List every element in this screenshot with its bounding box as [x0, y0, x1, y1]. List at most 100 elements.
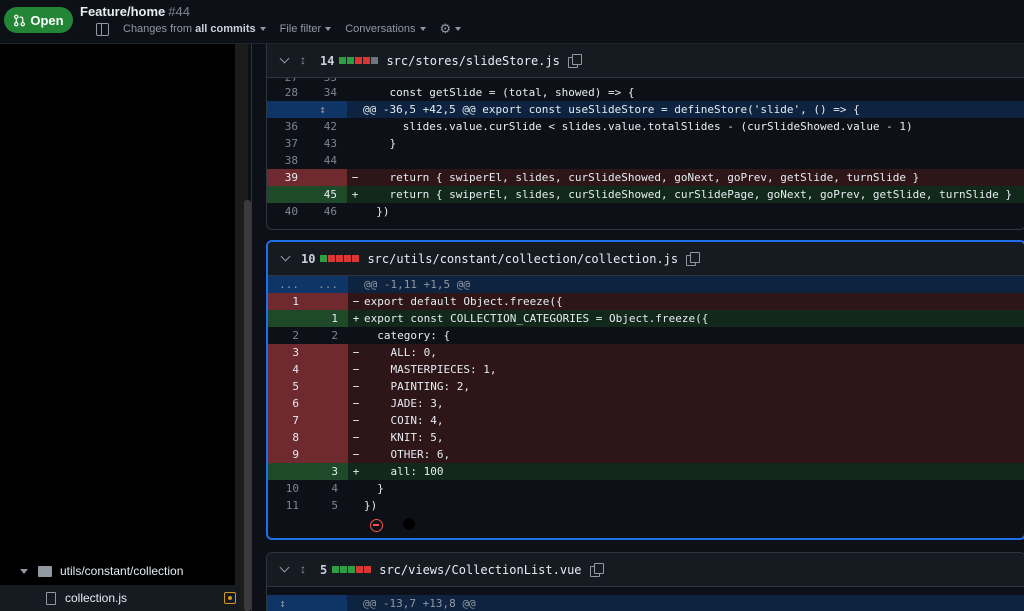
file-diff-collection: 10 src/utils/constant/collection/collect…	[266, 240, 1024, 540]
old-line-number[interactable]	[268, 310, 309, 327]
expand-up-icon[interactable]: ↕	[267, 595, 308, 611]
copy-icon[interactable]	[567, 54, 582, 68]
new-line-number[interactable]	[309, 429, 348, 446]
old-line-number[interactable]: 40	[267, 203, 308, 220]
hunk-header: ↕ @@ -36,5 +42,5 @@ export const useSlide…	[267, 101, 1024, 118]
diffstat	[332, 566, 372, 573]
new-line-number[interactable]: 45	[308, 186, 347, 203]
old-line-number[interactable]	[267, 101, 308, 118]
tree-file-row[interactable]: collection.js	[0, 585, 240, 611]
old-line-number[interactable]	[267, 186, 308, 203]
change-count: 5	[320, 562, 328, 577]
conversations-dropdown[interactable]: Conversations	[345, 23, 426, 35]
old-line-number[interactable]: 10	[268, 480, 309, 497]
diff-sign: −	[352, 431, 360, 444]
file-path: src/utils/constant/collection/collection…	[367, 251, 679, 266]
code-text: export const COLLECTION_CATEGORIES = Obj…	[364, 312, 709, 325]
new-line-number[interactable]: 2	[309, 327, 348, 344]
caret-down-icon	[325, 27, 332, 31]
old-line-number[interactable]: 1	[268, 293, 309, 310]
pull-request-icon	[14, 14, 26, 26]
diff-view: 14 src/stores/slideStore.js 27 33 2834 c…	[252, 44, 1024, 611]
changes-from-dropdown[interactable]: Changes from all commits	[123, 23, 266, 35]
code-text: }	[364, 482, 384, 495]
sidebar-toggle-icon[interactable]	[96, 22, 109, 36]
tree-folder-row[interactable]: utils/constant/collection	[0, 558, 235, 584]
new-line-number[interactable]: 34	[308, 84, 347, 101]
new-line-number[interactable]	[309, 412, 348, 429]
gear-icon: ⚙	[439, 21, 452, 36]
copy-icon[interactable]	[589, 563, 604, 577]
new-line-number[interactable]	[309, 293, 348, 310]
new-line-number[interactable]: 1	[309, 310, 348, 327]
new-line-number[interactable]: 4	[309, 480, 348, 497]
diff-line: 3 − ALL: 0,	[268, 344, 1024, 361]
expand-up-button[interactable]: ...	[268, 276, 309, 293]
stop-icon[interactable]	[370, 519, 383, 532]
copy-icon[interactable]	[686, 252, 701, 266]
new-line-number[interactable]	[309, 446, 348, 463]
settings-dropdown[interactable]: ⚙	[440, 21, 462, 37]
diff-line: 9 − OTHER: 6,	[268, 446, 1024, 463]
diff-line: 37 43 }	[267, 135, 1024, 152]
old-line-number[interactable]: 9	[268, 446, 309, 463]
caret-down-icon	[455, 27, 462, 31]
old-line-number[interactable]: 4	[268, 361, 309, 378]
diffstat-block	[320, 255, 328, 262]
new-line-number[interactable]	[308, 169, 347, 186]
file-filter-dropdown[interactable]: File filter	[280, 23, 332, 35]
pr-header: Open Feature/home #44 Changes from all com…	[0, 0, 1024, 44]
chevron-down-icon	[20, 568, 28, 574]
diffstat	[339, 57, 379, 64]
expand-down-button[interactable]: ...	[309, 276, 348, 293]
diff-sign: −	[352, 414, 360, 427]
old-line-number[interactable]: 7	[268, 412, 309, 429]
expand-icon[interactable]: ↕	[308, 101, 347, 118]
new-line-number[interactable]: 44	[308, 152, 347, 169]
code-text: category: {	[364, 329, 451, 342]
old-line-number[interactable]: 6	[268, 395, 309, 412]
old-line-number[interactable]: 5	[268, 378, 309, 395]
changes-from-label: Changes from	[123, 23, 193, 35]
new-line-number[interactable]	[309, 344, 348, 361]
diff-line: 36 42 slides.value.curSlide < slides.valu…	[267, 118, 1024, 135]
sidebar-scrollbar-thumb[interactable]	[244, 200, 251, 611]
new-line-number[interactable]	[309, 378, 348, 395]
old-line-number[interactable]: 11	[268, 497, 309, 514]
new-line-number[interactable]: 3	[309, 463, 348, 480]
new-line-number[interactable]: 42	[308, 118, 347, 135]
old-line-number[interactable]: 3	[268, 344, 309, 361]
folder-icon	[38, 565, 52, 577]
diff-body: 1− export default Object.freeze({1 + export…	[268, 293, 1024, 514]
new-line-number[interactable]	[309, 361, 348, 378]
new-line-number[interactable]: 43	[308, 135, 347, 152]
diff-sign: −	[352, 363, 360, 376]
old-line-number[interactable]: 39	[267, 169, 308, 186]
old-line-number[interactable]: 37	[267, 135, 308, 152]
collapse-chevron-icon[interactable]	[280, 251, 291, 262]
file-header: 5 src/views/CollectionList.vue	[267, 553, 1024, 587]
diffstat-block	[352, 255, 360, 262]
old-line-number[interactable]: 38	[267, 152, 308, 169]
old-line-number[interactable]: 36	[267, 118, 308, 135]
diffstat-block	[356, 566, 364, 573]
diff-line: 3 + all: 100	[268, 463, 1024, 480]
pr-title-text: Feature/home	[80, 4, 166, 19]
old-line-number[interactable]: 28	[267, 84, 308, 101]
diff-line: 10 4 }	[268, 480, 1024, 497]
expand-all-icon[interactable]	[300, 562, 312, 577]
conversations-label: Conversations	[345, 23, 416, 35]
old-line-number[interactable]: 2	[268, 327, 309, 344]
new-line-number[interactable]: 46	[308, 203, 347, 220]
old-line-number[interactable]: 8	[268, 429, 309, 446]
code-text: })	[363, 205, 390, 218]
collapse-chevron-icon[interactable]	[279, 562, 290, 573]
expand-all-icon[interactable]	[300, 53, 312, 68]
new-line-number[interactable]	[309, 395, 348, 412]
old-line-number[interactable]	[268, 463, 309, 480]
caret-down-icon	[259, 27, 266, 31]
collapse-chevron-icon[interactable]	[279, 53, 290, 64]
code-text: @@ -36,5 +42,5 @@ export const useSlideS…	[363, 103, 860, 116]
new-line-number[interactable]: 5	[309, 497, 348, 514]
diffstat-block	[344, 255, 352, 262]
